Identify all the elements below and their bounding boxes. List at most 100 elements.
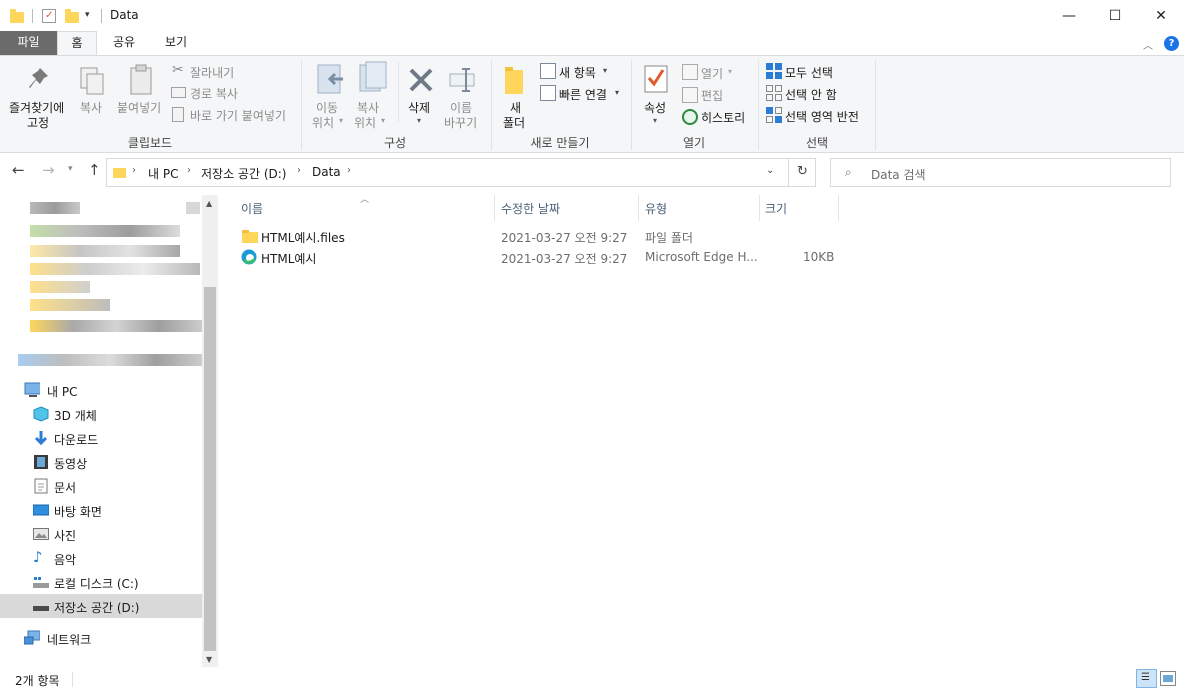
open-group-label: 열기 xyxy=(682,136,706,150)
forward-icon[interactable]: → xyxy=(42,161,55,179)
paste-shortcut-button[interactable]: 바로 가기 붙여넣기 xyxy=(190,107,286,124)
large-icons-view-icon xyxy=(1163,675,1173,682)
chevron-down-icon: ▾ xyxy=(603,66,608,75)
nav-item-downloads[interactable]: 다운로드 xyxy=(0,426,202,450)
quick-access-item[interactable] xyxy=(18,354,202,366)
copy-path-button[interactable]: 경로 복사 xyxy=(190,85,238,102)
back-icon[interactable]: ← xyxy=(12,161,25,179)
details-view-button[interactable]: ☰ xyxy=(1136,669,1157,688)
nav-item-desktop[interactable]: 바탕 화면 xyxy=(0,498,202,522)
nav-item-pictures[interactable]: 사진 xyxy=(0,522,202,546)
drive-icon xyxy=(33,606,49,611)
file-type: 파일 폴더 xyxy=(645,231,693,245)
new-item-label: 새 항목 xyxy=(559,66,596,80)
column-header-name[interactable]: 이름 xyxy=(241,200,263,217)
rename-label-2: 바꾸기 xyxy=(444,116,478,130)
tab-file[interactable]: 파일 xyxy=(0,31,57,55)
address-bar[interactable]: › 내 PC › 저장소 공간 (D:) › Data › ⌄ xyxy=(106,158,816,187)
select-none-button[interactable]: 선택 안 함 xyxy=(785,86,837,103)
nav-item-3d-objects[interactable]: 3D 개체 xyxy=(0,402,202,426)
open-label: 열기 xyxy=(701,67,724,81)
history-button[interactable]: 히스토리 xyxy=(701,109,745,126)
tab-home[interactable]: 홈 xyxy=(57,31,97,56)
divider xyxy=(72,672,73,687)
tab-view[interactable]: 보기 xyxy=(152,31,200,55)
pin-label-2: 고정 xyxy=(27,116,50,130)
collapse-ribbon-icon[interactable]: ︿ xyxy=(1143,37,1153,52)
tab-share[interactable]: 공유 xyxy=(100,31,148,55)
quick-access-item[interactable] xyxy=(30,245,180,257)
chevron-right-icon: › xyxy=(187,165,191,176)
divider xyxy=(301,60,302,150)
nav-label: 3D 개체 xyxy=(54,409,97,423)
nav-label: 사진 xyxy=(54,529,77,543)
quick-access-item[interactable] xyxy=(30,299,110,311)
search-input[interactable]: ⌕ Data 검색 xyxy=(830,158,1171,187)
nav-item-local-disk-c[interactable]: 로컬 디스크 (C:) xyxy=(0,570,202,594)
search-placeholder: Data 검색 xyxy=(871,168,926,182)
breadcrumb-this-pc[interactable]: 내 PC xyxy=(148,165,178,182)
recent-locations-icon[interactable]: ▾ xyxy=(68,164,73,174)
help-icon[interactable]: ? xyxy=(1164,36,1179,51)
nav-item-network[interactable]: 네트워크 xyxy=(0,626,202,650)
new-folder-quick-icon[interactable] xyxy=(65,9,79,23)
column-header-date[interactable]: 수정한 날짜 xyxy=(501,200,560,217)
edit-button[interactable]: 편집 xyxy=(701,87,723,104)
select-all-button[interactable]: 모두 선택 xyxy=(785,64,833,81)
address-dropdown-icon[interactable]: ⌄ xyxy=(766,165,774,176)
breadcrumb-data[interactable]: Data xyxy=(312,165,341,179)
this-pc-icon xyxy=(24,382,40,397)
pictures-icon xyxy=(33,528,49,540)
nav-item-music[interactable]: ♪ 음악 xyxy=(0,546,202,570)
invert-selection-button[interactable]: 선택 영역 반전 xyxy=(785,108,859,125)
file-date: 2021-03-27 오전 9:27 xyxy=(501,231,628,245)
nav-item-documents[interactable]: 문서 xyxy=(0,474,202,498)
nav-item-this-pc[interactable]: 내 PC xyxy=(0,378,202,402)
divider xyxy=(101,9,102,23)
up-icon[interactable]: ↑ xyxy=(88,161,101,179)
copy-to-label-2: 위치 xyxy=(354,116,377,130)
minimize-button[interactable]: — xyxy=(1046,0,1092,31)
nav-item-storage-d[interactable]: 저장소 공간 (D:) xyxy=(0,594,202,618)
quick-access-item[interactable] xyxy=(30,320,202,332)
refresh-button[interactable]: ↻ xyxy=(788,158,816,187)
quick-access-dropdown-icon[interactable]: ▾ xyxy=(85,10,90,20)
file-row[interactable]: HTML예시.files 2021-03-27 오전 9:27 파일 폴더 xyxy=(232,226,842,247)
quick-access-item[interactable] xyxy=(30,281,90,293)
quick-access-item[interactable] xyxy=(30,225,180,237)
quick-access-item[interactable] xyxy=(30,263,200,275)
download-icon xyxy=(34,431,48,446)
breadcrumb-drive[interactable]: 저장소 공간 (D:) xyxy=(201,165,286,182)
column-header-type[interactable]: 유형 xyxy=(645,200,667,217)
nav-item-videos[interactable]: 동영상 xyxy=(0,450,202,474)
copy-button[interactable]: 복사 xyxy=(80,99,102,116)
select-none-icon xyxy=(766,85,782,101)
cut-button[interactable]: 잘라내기 xyxy=(190,64,234,81)
divider xyxy=(491,60,492,150)
scrollbar-thumb[interactable] xyxy=(204,287,216,651)
divider xyxy=(631,60,632,150)
organize-group-label: 구성 xyxy=(383,136,407,150)
item-count: 2개 항목 xyxy=(15,674,60,688)
folder-icon xyxy=(242,230,258,243)
file-name: HTML예시.files xyxy=(261,231,345,245)
close-button[interactable]: ✕ xyxy=(1138,0,1184,31)
edge-icon xyxy=(241,249,257,265)
scroll-up-icon[interactable]: ▲ xyxy=(206,199,212,208)
paste-button[interactable]: 붙여넣기 xyxy=(117,99,161,116)
easy-access-label: 빠른 연결 xyxy=(559,88,607,102)
quick-access-item[interactable] xyxy=(30,202,80,214)
properties-quick-icon[interactable]: ✓ xyxy=(42,9,56,23)
video-icon xyxy=(34,455,48,469)
file-row[interactable]: HTML예시 2021-03-27 오전 9:27 Microsoft Edge… xyxy=(232,247,842,268)
maximize-button[interactable]: ☐ xyxy=(1092,0,1138,31)
properties-icon xyxy=(644,65,668,93)
column-header-size[interactable]: 크기 xyxy=(765,200,787,217)
nav-label: 다운로드 xyxy=(54,433,99,447)
scroll-down-icon[interactable]: ▼ xyxy=(206,655,212,664)
divider xyxy=(638,195,639,221)
file-size: 10KB xyxy=(803,250,835,264)
copy-to-icon xyxy=(359,61,387,92)
large-icons-view-button[interactable] xyxy=(1160,671,1176,686)
ribbon-tabs: 파일 홈 공유 보기 ︿ ? xyxy=(0,31,1184,56)
